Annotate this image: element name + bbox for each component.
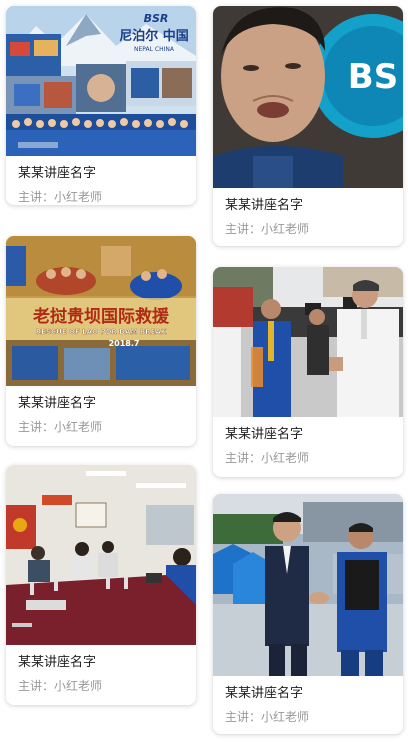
lecture-title[interactable]: 某某讲座名字 <box>18 653 184 673</box>
lecture-card[interactable]: BSR 尼泊尔 中国 NEPAL CHINA 某某讲座名字 主讲：小红老师 <box>6 6 196 205</box>
thumbnail-headline-text: 老挝贵坝国际救援 <box>32 306 170 327</box>
lecturer-line: 主讲：小红老师 <box>18 419 184 435</box>
lecture-card[interactable]: 老挝贵坝国际救援 RESCUE OF LAO PDR DAM BREAK 201… <box>6 236 196 446</box>
lecture-title[interactable]: 某某讲座名字 <box>225 196 391 216</box>
lecturer-name: 小红老师 <box>261 222 310 236</box>
lecturer-name: 小红老师 <box>54 190 103 204</box>
lecture-title[interactable]: 某某讲座名字 <box>18 394 184 414</box>
lecturer-label: 主讲： <box>18 190 55 204</box>
lecture-card[interactable]: 某某讲座名字 主讲：小红老师 <box>6 465 196 705</box>
lecturer-line: 主讲：小红老师 <box>225 450 391 466</box>
lecturer-label: 主讲： <box>18 420 55 434</box>
lecture-card[interactable]: 某某讲座名字 主讲：小红老师 <box>213 494 403 734</box>
lecture-card[interactable]: BS 某某讲座名字 主讲：小红老师 <box>213 6 403 246</box>
card-body: 某某讲座名字 主讲：小红老师 <box>6 156 196 205</box>
lecture-title[interactable]: 某某讲座名字 <box>225 425 391 445</box>
lecturer-line: 主讲：小红老师 <box>18 678 184 694</box>
lecture-thumbnail[interactable] <box>213 494 403 676</box>
lecturer-name: 小红老师 <box>261 451 310 465</box>
lecture-thumbnail[interactable]: BSR 尼泊尔 中国 NEPAL CHINA <box>6 6 196 156</box>
lecture-feed: BSR 尼泊尔 中国 NEPAL CHINA 某某讲座名字 主讲：小红老师 老挝… <box>0 0 408 742</box>
lecturer-label: 主讲： <box>225 710 262 724</box>
thumbnail-date-text: 2018.7 <box>109 339 140 348</box>
lecturer-name: 小红老师 <box>261 710 310 724</box>
lecture-thumbnail[interactable]: 老挝贵坝国际救援 RESCUE OF LAO PDR DAM BREAK 201… <box>6 236 196 386</box>
lecture-thumbnail[interactable]: BS <box>213 6 403 188</box>
lecturer-label: 主讲： <box>225 451 262 465</box>
card-body: 某某讲座名字 主讲：小红老师 <box>213 188 403 237</box>
lecturer-line: 主讲：小红老师 <box>18 189 184 205</box>
card-body: 某某讲座名字 主讲：小红老师 <box>6 386 196 435</box>
thumbnail-logo-text: BSR <box>144 12 169 25</box>
lecture-card[interactable]: 某某讲座名字 主讲：小红老师 <box>213 267 403 477</box>
lecture-thumbnail[interactable] <box>213 267 403 417</box>
thumbnail-subtitle-text: RESCUE OF LAO PDR DAM BREAK <box>36 328 167 336</box>
card-body: 某某讲座名字 主讲：小红老师 <box>213 417 403 466</box>
card-body: 某某讲座名字 主讲：小红老师 <box>213 676 403 725</box>
lecturer-name: 小红老师 <box>54 679 103 693</box>
lecture-title[interactable]: 某某讲座名字 <box>18 164 184 184</box>
thumbnail-logo-text: BS <box>348 57 398 97</box>
lecturer-line: 主讲：小红老师 <box>225 221 391 237</box>
lecture-title[interactable]: 某某讲座名字 <box>225 684 391 704</box>
card-body: 某某讲座名字 主讲：小红老师 <box>6 645 196 694</box>
lecture-thumbnail[interactable] <box>6 465 196 645</box>
lecturer-label: 主讲： <box>18 679 55 693</box>
lecturer-label: 主讲： <box>225 222 262 236</box>
lecturer-name: 小红老师 <box>54 420 103 434</box>
thumbnail-subtitle-text: NEPAL CHINA <box>134 46 175 53</box>
lecturer-line: 主讲：小红老师 <box>225 709 391 725</box>
thumbnail-headline-text: 尼泊尔 中国 <box>119 28 189 44</box>
